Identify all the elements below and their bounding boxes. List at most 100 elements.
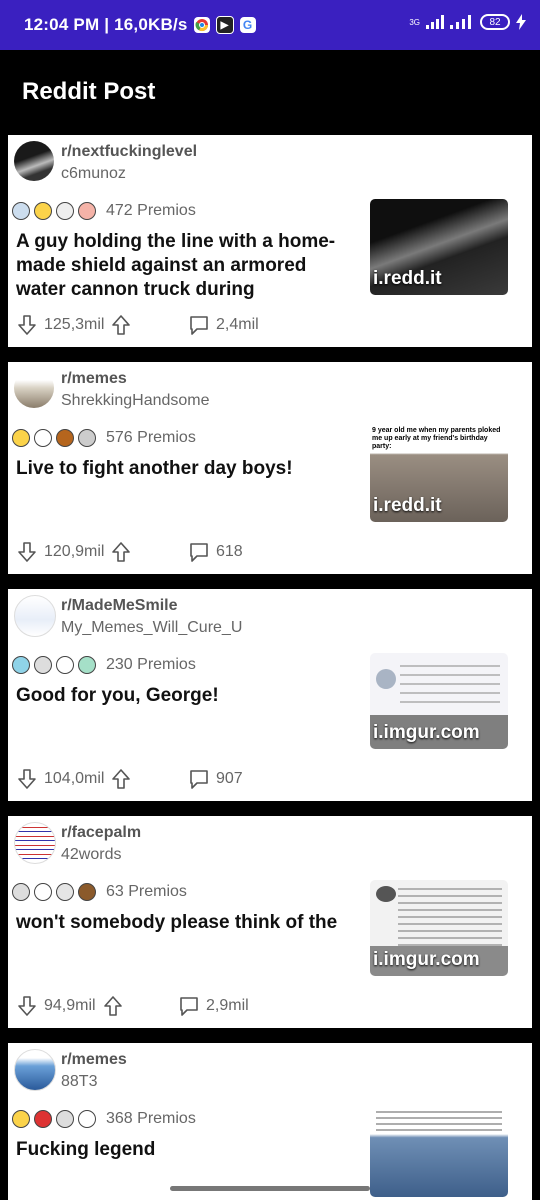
author-name[interactable]: c6munoz xyxy=(61,165,126,183)
award-icon xyxy=(34,202,52,220)
author-name[interactable]: 42words xyxy=(61,846,121,864)
charging-icon xyxy=(516,14,526,30)
vote-bar: 125,3mil xyxy=(16,313,132,337)
network-label: 3G xyxy=(409,17,420,27)
comment-count: 2,9mil xyxy=(206,997,249,1014)
upvote-icon[interactable] xyxy=(110,541,132,563)
subreddit-avatar xyxy=(14,1049,56,1091)
youtube-icon: ▶ xyxy=(215,16,234,34)
status-bar: 12:04 PM | 16,0KB/s ▶ G 3G 82 xyxy=(0,0,540,50)
comments-bar[interactable]: 907 xyxy=(188,767,249,791)
signal-icon xyxy=(426,15,444,29)
award-icon xyxy=(34,883,52,901)
comments-bar[interactable]: 618 xyxy=(188,540,249,564)
award-icon xyxy=(34,429,52,447)
upvote-icon[interactable] xyxy=(110,768,132,790)
battery-icon: 82 xyxy=(480,14,510,30)
tweet-preview-lines xyxy=(400,665,500,709)
vote-count: 94,9mil xyxy=(44,997,96,1014)
post-card[interactable]: r/memes 88T3 368 Premios Fucking legend xyxy=(8,1043,532,1200)
tweet-preview-lines xyxy=(398,888,502,948)
award-icon xyxy=(12,883,30,901)
award-icon xyxy=(56,1110,74,1128)
post-thumbnail[interactable]: 9 year old me when my parents ploked me … xyxy=(370,426,508,522)
vote-bar: 104,0mil xyxy=(16,767,132,791)
downvote-icon[interactable] xyxy=(16,541,38,563)
downvote-icon[interactable] xyxy=(16,314,38,336)
tweet-preview-image xyxy=(376,886,396,902)
google-icon: G xyxy=(239,17,256,33)
award-icon xyxy=(78,883,96,901)
upvote-icon[interactable] xyxy=(102,995,124,1017)
chrome-icon xyxy=(193,17,210,33)
post-title[interactable]: Fucking legend xyxy=(16,1138,356,1162)
awards-count: 576 Premios xyxy=(106,429,196,446)
comment-icon[interactable] xyxy=(188,768,210,790)
comment-count: 2,4mil xyxy=(216,316,259,333)
award-icon xyxy=(56,429,74,447)
author-name[interactable]: 88T3 xyxy=(61,1073,97,1091)
comment-count: 618 xyxy=(216,543,243,560)
comment-icon[interactable] xyxy=(188,541,210,563)
vote-count: 125,3mil xyxy=(44,316,105,333)
award-icon xyxy=(78,656,96,674)
subreddit-avatar xyxy=(14,141,54,181)
awards-row: 576 Premios xyxy=(12,428,196,448)
post-card[interactable]: r/MadeMeSmile My_Memes_Will_Cure_U 230 P… xyxy=(8,589,532,801)
comment-count: 907 xyxy=(216,770,243,787)
tweet-preview-image xyxy=(376,669,396,689)
subreddit-avatar xyxy=(14,595,56,637)
post-title[interactable]: A guy holding the line with a home-made … xyxy=(16,230,356,302)
subreddit-name[interactable]: r/memes xyxy=(61,370,127,388)
thumbnail-domain: i.imgur.com xyxy=(373,949,480,970)
post-thumbnail[interactable]: i.imgur.com xyxy=(370,653,508,749)
post-card[interactable]: r/facepalm 42words 63 Premios won't some… xyxy=(8,816,532,1028)
post-thumbnail[interactable]: i.imgur.com xyxy=(370,880,508,976)
downvote-icon[interactable] xyxy=(16,768,38,790)
battery-level: 82 xyxy=(489,16,501,28)
comment-icon[interactable] xyxy=(178,995,200,1017)
comments-bar[interactable]: 2,9mil xyxy=(178,994,255,1018)
author-name[interactable]: ShrekkingHandsome xyxy=(61,392,210,410)
thumbnail-caption: 9 year old me when my parents ploked me … xyxy=(372,427,501,450)
page-title: Reddit Post xyxy=(22,78,156,105)
home-indicator[interactable] xyxy=(170,1186,370,1191)
author-name[interactable]: My_Memes_Will_Cure_U xyxy=(61,619,242,637)
subreddit-name[interactable]: r/nextfuckinglevel xyxy=(61,143,197,161)
thumbnail-domain: i.redd.it xyxy=(373,268,442,289)
award-icon xyxy=(78,1110,96,1128)
thumbnail-domain: i.imgur.com xyxy=(373,722,480,743)
award-icon xyxy=(78,202,96,220)
subreddit-name[interactable]: r/facepalm xyxy=(61,824,141,842)
tweet-preview-lines xyxy=(376,1111,502,1133)
comment-icon[interactable] xyxy=(188,314,210,336)
subreddit-name[interactable]: r/memes xyxy=(61,1051,127,1069)
post-thumbnail[interactable] xyxy=(370,1107,508,1197)
awards-count: 472 Premios xyxy=(106,202,196,219)
award-icon xyxy=(12,656,30,674)
status-time: 12:04 PM | 16,0KB/s xyxy=(24,15,188,34)
app-bar: Reddit Post xyxy=(0,50,540,130)
awards-count: 230 Premios xyxy=(106,656,196,673)
signal-icon-2 xyxy=(450,15,471,29)
comments-bar[interactable]: 2,4mil xyxy=(188,313,265,337)
vote-bar: 120,9mil xyxy=(16,540,132,564)
post-title[interactable]: won't somebody please think of the xyxy=(16,911,356,935)
award-icon xyxy=(12,1110,30,1128)
award-icon xyxy=(78,429,96,447)
post-title[interactable]: Good for you, George! xyxy=(16,684,356,708)
subreddit-name[interactable]: r/MadeMeSmile xyxy=(61,597,177,615)
vote-count: 104,0mil xyxy=(44,770,105,787)
post-card[interactable]: r/memes ShrekkingHandsome 576 Premios Li… xyxy=(8,362,532,574)
vote-count: 120,9mil xyxy=(44,543,105,560)
downvote-icon[interactable] xyxy=(16,995,38,1017)
post-card[interactable]: r/nextfuckinglevel c6munoz 472 Premios A… xyxy=(8,135,532,347)
upvote-icon[interactable] xyxy=(110,314,132,336)
award-icon xyxy=(56,883,74,901)
status-right: 3G 82 xyxy=(409,14,526,30)
award-icon xyxy=(34,656,52,674)
post-title[interactable]: Live to fight another day boys! xyxy=(16,457,356,481)
awards-row: 368 Premios xyxy=(12,1109,196,1129)
awards-row: 230 Premios xyxy=(12,655,196,675)
post-thumbnail[interactable]: i.redd.it xyxy=(370,199,508,295)
